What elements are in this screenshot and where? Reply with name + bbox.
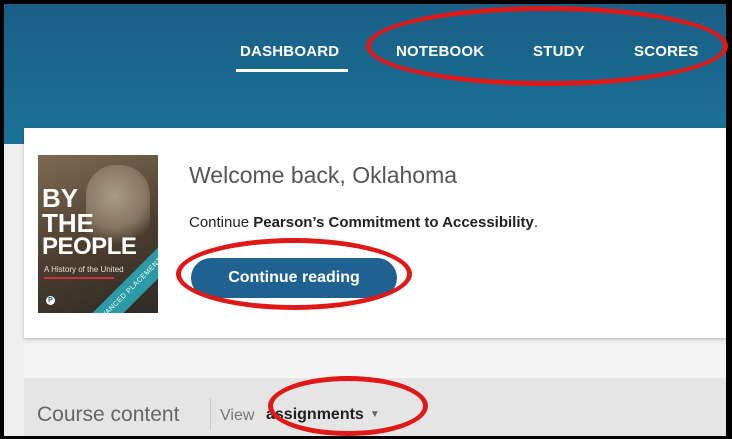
nav-dashboard[interactable]: DASHBOARD [240,43,339,60]
book-title-line-3: PEOPLE [42,233,137,260]
continue-text: Continue Pearson’s Commitment to Accessi… [189,214,538,231]
welcome-card: BY THE PEOPLE A History of the United AD… [24,128,726,338]
course-content-title: Course content [37,403,180,426]
book-red-bar [44,277,114,279]
continue-prefix: Continue [189,214,254,231]
book-cover[interactable]: BY THE PEOPLE A History of the United AD… [38,155,158,313]
welcome-heading: Welcome back, Oklahoma [189,162,458,188]
active-nav-indicator [236,69,348,72]
view-dropdown-value: assignments [266,406,364,423]
spacer-strip [24,344,726,378]
divider [210,398,211,430]
book-subtitle: A History of the United [44,265,124,274]
course-content-bar: Course content View assignments ▼ [24,378,726,436]
nav-scores[interactable]: SCORES [634,43,699,60]
nav-notebook[interactable]: NOTEBOOK [396,43,484,60]
app-window: DASHBOARD NOTEBOOK STUDY SCORES BY THE P… [4,4,726,436]
publisher-logo-icon: P [46,296,55,305]
top-header: DASHBOARD NOTEBOOK STUDY SCORES [4,4,726,144]
continue-suffix: . [533,214,539,231]
nav-study[interactable]: STUDY [533,43,585,60]
view-dropdown[interactable]: assignments ▼ [266,406,380,424]
book-name: Pearson’s Commitment to Accessibility [253,214,534,231]
chevron-down-icon: ▼ [369,409,380,420]
continue-reading-button[interactable]: Continue reading [191,258,397,298]
view-label: View [220,407,255,424]
